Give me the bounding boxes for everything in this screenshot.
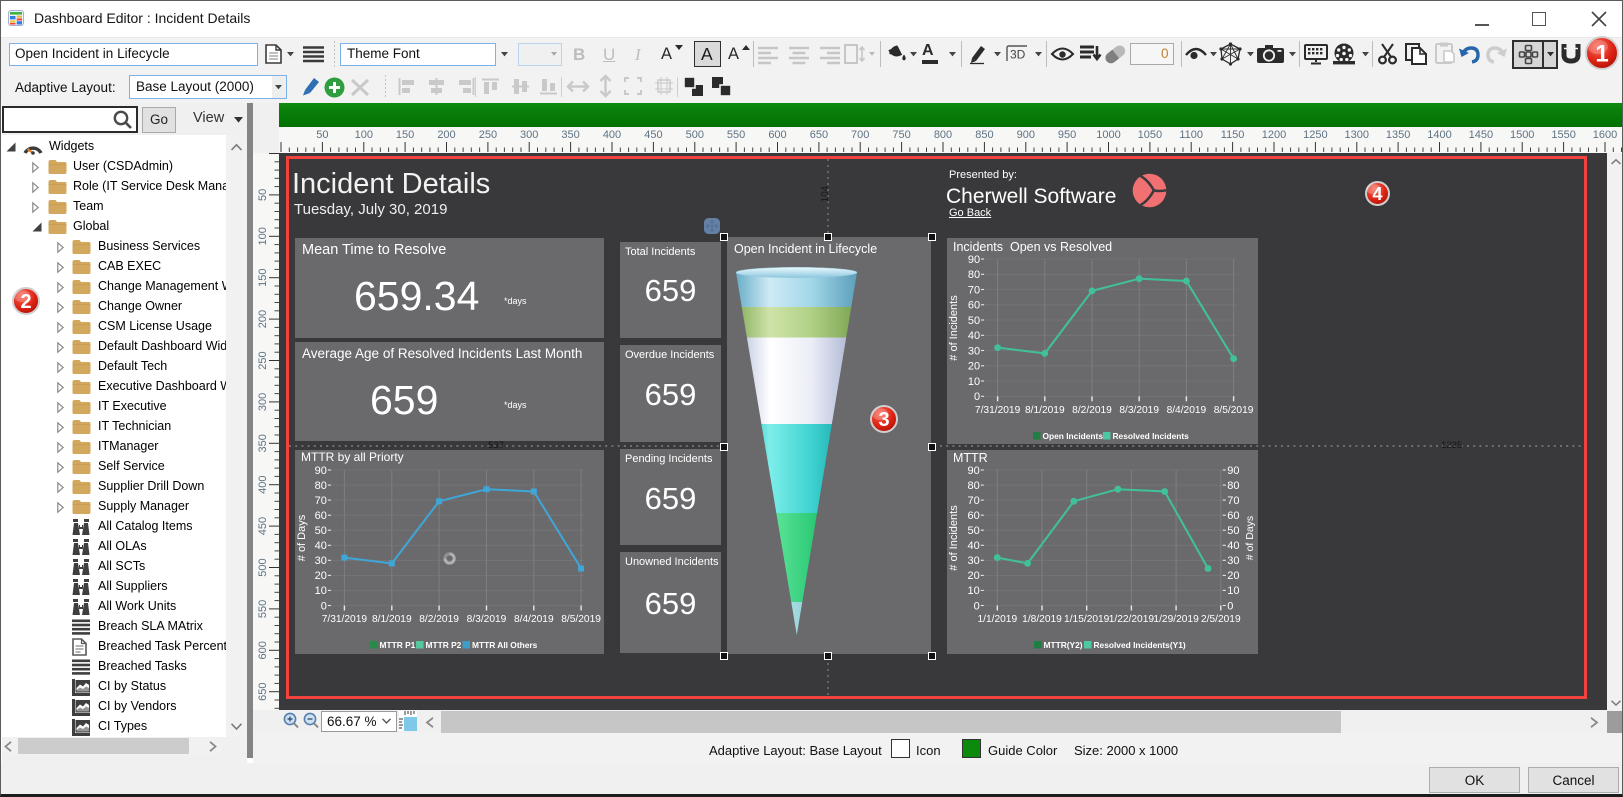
svg-text:150: 150: [396, 129, 414, 141]
svg-text:100: 100: [257, 227, 269, 245]
svg-text:1550: 1550: [1551, 129, 1575, 141]
svg-text:850: 850: [975, 129, 993, 141]
svg-text:1150: 1150: [1221, 129, 1245, 141]
svg-text:600: 600: [768, 129, 786, 141]
svg-text:700: 700: [851, 129, 869, 141]
svg-text:50: 50: [257, 189, 269, 201]
svg-text:950: 950: [1058, 129, 1076, 141]
svg-text:100: 100: [355, 129, 373, 141]
svg-text:1200: 1200: [1262, 129, 1286, 141]
svg-text:1400: 1400: [1427, 129, 1451, 141]
svg-text:350: 350: [561, 129, 579, 141]
svg-text:550: 550: [257, 600, 269, 618]
svg-text:250: 250: [479, 129, 497, 141]
svg-text:1450: 1450: [1469, 129, 1493, 141]
svg-text:450: 450: [257, 517, 269, 535]
svg-text:400: 400: [257, 476, 269, 494]
svg-text:800: 800: [934, 129, 952, 141]
svg-text:1300: 1300: [1345, 129, 1369, 141]
svg-text:1350: 1350: [1386, 129, 1410, 141]
svg-text:200: 200: [437, 129, 455, 141]
svg-text:1100: 1100: [1179, 129, 1203, 141]
svg-text:300: 300: [520, 129, 538, 141]
svg-text:600: 600: [257, 641, 269, 659]
svg-text:4: 4: [1372, 183, 1382, 203]
svg-text:500: 500: [257, 558, 269, 576]
svg-text:3: 3: [878, 409, 889, 431]
svg-text:1600: 1600: [1593, 129, 1617, 141]
svg-text:300: 300: [257, 393, 269, 411]
svg-text:1500: 1500: [1510, 129, 1534, 141]
svg-text:1: 1: [1595, 41, 1608, 68]
svg-text:2: 2: [20, 291, 31, 313]
svg-text:400: 400: [603, 129, 621, 141]
svg-text:200: 200: [257, 310, 269, 328]
svg-text:3D: 3D: [1010, 48, 1026, 62]
svg-text:1250: 1250: [1303, 129, 1327, 141]
svg-text:500: 500: [686, 129, 704, 141]
svg-text:50: 50: [316, 129, 328, 141]
svg-text:550: 550: [727, 129, 745, 141]
svg-text:1050: 1050: [1138, 129, 1162, 141]
svg-text:900: 900: [1017, 129, 1035, 141]
svg-text:750: 750: [892, 129, 910, 141]
svg-text:1000: 1000: [1096, 129, 1120, 141]
svg-text:650: 650: [810, 129, 828, 141]
svg-text:650: 650: [257, 683, 269, 701]
svg-text:150: 150: [257, 269, 269, 287]
svg-text:450: 450: [644, 129, 662, 141]
svg-text:250: 250: [257, 351, 269, 369]
svg-text:350: 350: [257, 434, 269, 452]
